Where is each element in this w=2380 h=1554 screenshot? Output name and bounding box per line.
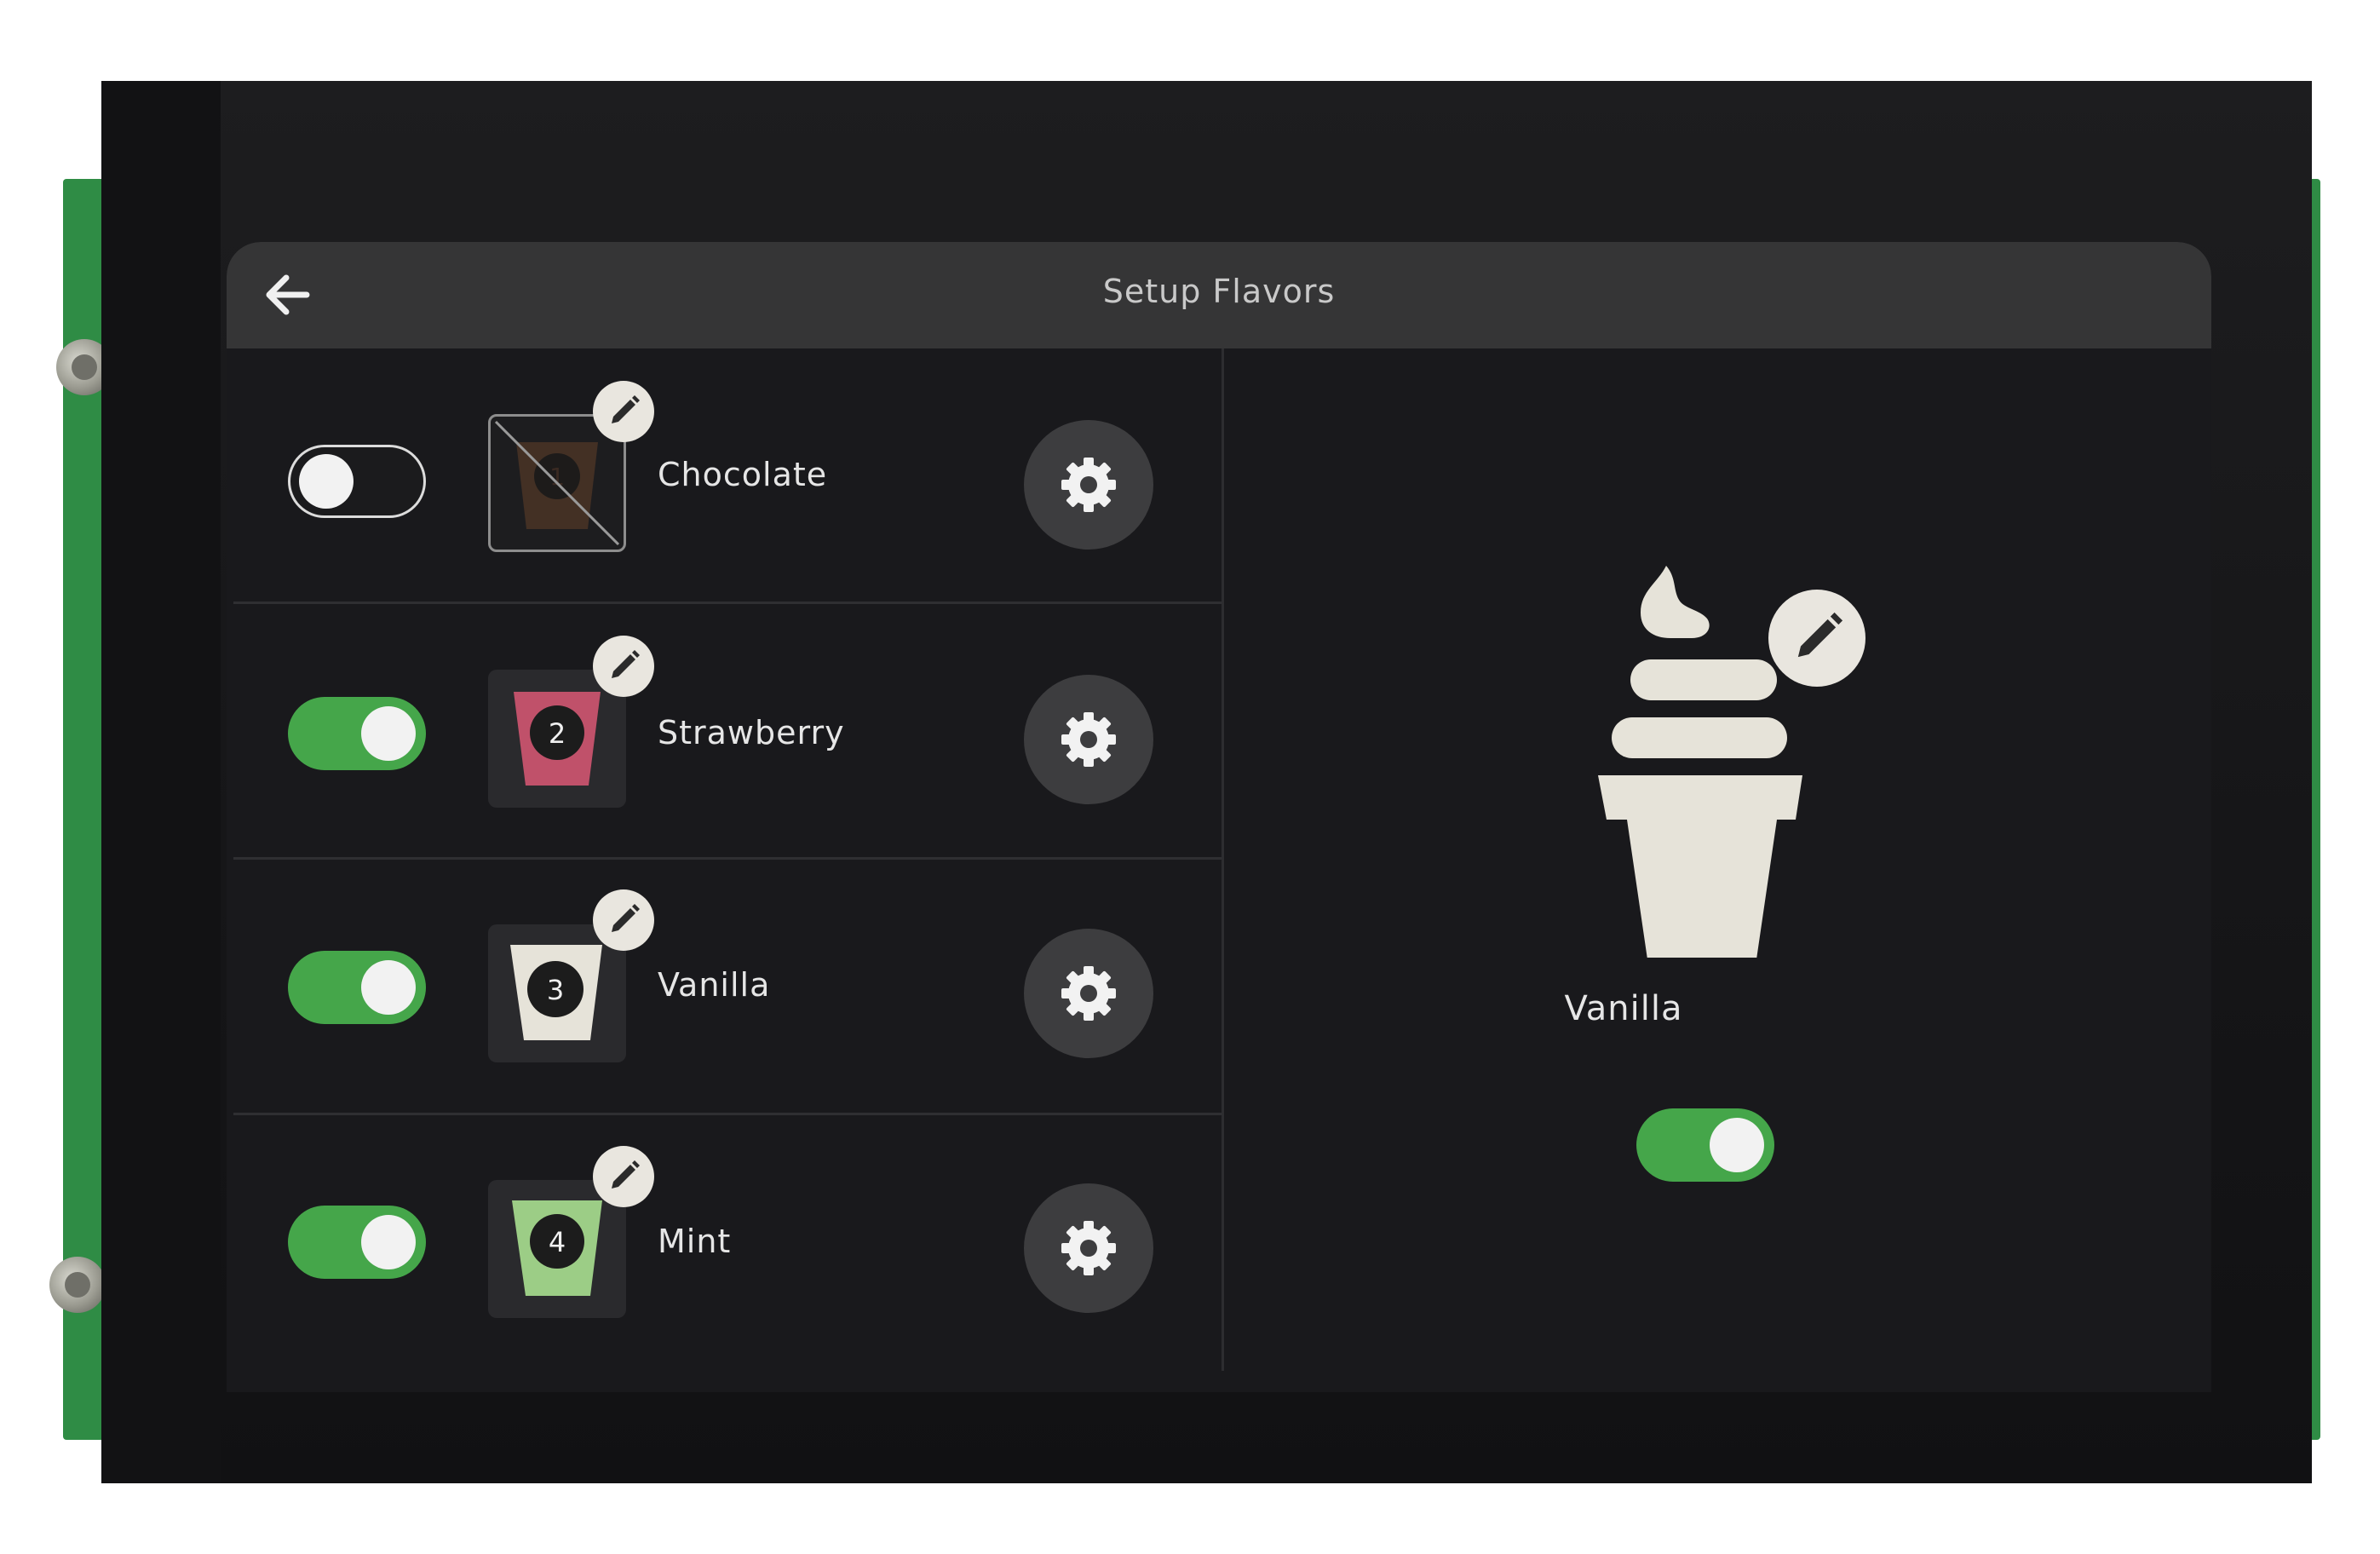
flavor-settings-button-chocolate[interactable] [1024,420,1153,550]
screw-bottom [49,1257,106,1313]
flavor-name-strawberry: Strawberry [658,714,845,751]
toggle-knob [299,454,354,509]
edit-flavor-button-vanilla[interactable] [593,889,654,951]
toggle-knob [361,1215,416,1269]
page-title: Setup Flavors [1102,273,1336,310]
svg-text:4: 4 [549,1226,566,1258]
flavor-settings-button-mint[interactable] [1024,1183,1153,1313]
flavor-settings-button-vanilla[interactable] [1024,929,1153,1058]
flavor-row-chocolate: 1 Chocolate [227,348,1222,604]
toggle-knob [1710,1118,1764,1172]
preview-flavor-name: Vanilla [1564,989,1683,1028]
flavor-name-chocolate: Chocolate [658,456,828,493]
edit-flavor-button-strawberry[interactable] [593,636,654,697]
gear-icon [1061,1221,1116,1275]
gear-icon [1061,458,1116,512]
gear-icon [1061,712,1116,767]
touch-screen: Setup Flavors 1 Chocolate 2 Strawberry 3… [227,242,2211,1392]
flavor-list: 1 Chocolate 2 Strawberry 3 Vanilla 4 Min… [227,348,1222,1392]
edit-preview-icon-button[interactable] [1768,590,1865,687]
pencil-icon [612,1160,640,1189]
flavor-toggle-chocolate[interactable] [288,445,426,518]
flavor-toggle-strawberry[interactable] [288,697,426,770]
flavor-settings-button-strawberry[interactable] [1024,675,1153,804]
flavor-toggle-mint[interactable] [288,1206,426,1279]
svg-text:2: 2 [549,717,566,750]
preview-flavor-toggle[interactable] [1636,1108,1774,1182]
panel-divider [1222,348,1224,1371]
pencil-icon [612,650,640,678]
edit-flavor-button-mint[interactable] [593,1146,654,1207]
toggle-knob [361,960,416,1015]
pencil-icon [612,395,640,423]
pencil-icon [612,904,640,932]
flavor-row-mint: 4 Mint [227,1115,1222,1371]
bezel-left-strip [101,81,221,1483]
flavor-toggle-vanilla[interactable] [288,951,426,1024]
toggle-knob [361,706,416,761]
gear-icon [1061,966,1116,1021]
flavor-row-vanilla: 3 Vanilla [227,860,1222,1115]
svg-text:3: 3 [547,974,564,1006]
pencil-icon [1797,612,1843,658]
flavor-name-vanilla: Vanilla [658,966,771,1004]
flavor-row-strawberry: 2 Strawberry [227,604,1222,860]
edit-flavor-button-chocolate[interactable] [593,381,654,442]
header-bar: Setup Flavors [227,242,2211,348]
flavor-name-mint: Mint [658,1223,732,1260]
